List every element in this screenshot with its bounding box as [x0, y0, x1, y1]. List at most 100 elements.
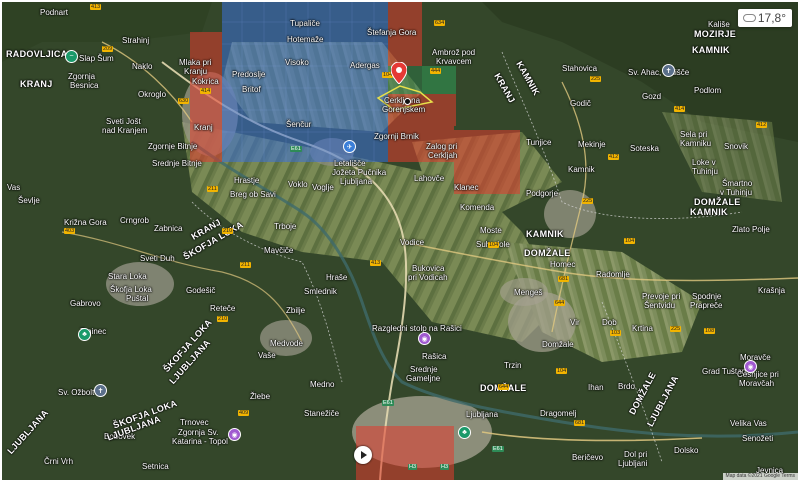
place-label: Klanec [454, 183, 479, 192]
place-label: Stahovica [562, 64, 598, 73]
place-label: Krtina [632, 324, 653, 333]
place-label: Setnica [142, 462, 169, 471]
road-number-shield: 681 [574, 420, 586, 426]
place-label: Loke v [692, 158, 716, 167]
place-label: Reteče [210, 304, 236, 313]
place-label: Zabnica [154, 224, 183, 233]
road-number-shield: 414 [674, 106, 686, 112]
place-label: Godešič [186, 286, 216, 295]
place-label: Slap Šum [79, 54, 114, 63]
weather-chip[interactable]: 17,8° [737, 9, 792, 27]
road-number-shield: 211 [207, 186, 218, 192]
road-number-shield: H3 [440, 464, 450, 470]
place-label: Ambrož pod [432, 48, 476, 57]
place-label: Kokrica [192, 77, 219, 86]
place-label: Domžale [542, 340, 574, 349]
place-label: Zgornje Bitnje [148, 142, 198, 151]
place-label: Podnart [40, 8, 69, 17]
landmark-poi-icon[interactable]: ◉ [228, 428, 241, 441]
place-label: v Tuhinju [720, 188, 753, 197]
road-number-shield: 225 [582, 198, 594, 204]
place-label: Ljubljana [466, 410, 499, 419]
place-label: Šmartno [722, 179, 753, 188]
place-label: Zbilje [286, 306, 306, 315]
place-label: Visoko [285, 58, 309, 67]
road-number-shield: 413 [90, 4, 102, 10]
place-label: Ljubljani [618, 459, 648, 468]
place-label: Ljubljana [340, 177, 373, 186]
road-number-shield: 634 [434, 20, 446, 26]
place-label: Hrastje [234, 176, 260, 185]
place-label: Britof [242, 85, 261, 94]
place-label: Sveti Duh [140, 254, 175, 263]
place-label: Črni Vrh [44, 457, 74, 466]
road-number-shield: 444 [430, 68, 442, 74]
place-label: Radomlje [596, 270, 630, 279]
road-number-shield: 630 [178, 98, 190, 104]
place-label: Beričevo [572, 453, 604, 462]
place-label: DOMŽALE [524, 248, 571, 258]
road-number-shield: E61 [492, 446, 504, 452]
place-label: Vaše [258, 351, 276, 360]
place-label: Letališče [334, 159, 366, 168]
place-label: Krvavcem [436, 57, 472, 66]
landmark-poi-icon[interactable]: ◉ [744, 360, 757, 373]
road-number-shield: 412 [608, 154, 620, 160]
waterfall-poi-icon[interactable]: ~ [65, 50, 78, 63]
place-label: Brdo [618, 382, 635, 391]
map-attribution: Map data ©2021 Google Terms [722, 473, 798, 480]
church-poi-icon[interactable]: ✝ [662, 64, 675, 77]
place-label: Sela pri [680, 130, 708, 139]
place-label: Strahinj [122, 36, 150, 45]
play-button[interactable] [354, 446, 372, 464]
park-poi-icon[interactable]: ♣ [78, 328, 91, 341]
park-poi-icon[interactable]: ♣ [458, 426, 471, 439]
landmark-poi-icon[interactable]: ◉ [418, 332, 431, 345]
road-number-shield: 108 [704, 328, 716, 334]
place-label: Prapreče [690, 301, 723, 310]
selected-point-dot [404, 98, 411, 105]
road-number-shield: 412 [756, 122, 768, 128]
place-label: Razgledni stolp na Rašici [372, 324, 462, 333]
place-label: Predoslje [232, 70, 266, 79]
place-label: Dragomelj [540, 409, 577, 418]
place-label: Mavčiče [264, 246, 294, 255]
place-label: Podlom [694, 86, 722, 95]
place-label: Okroglo [138, 90, 167, 99]
location-pin-icon[interactable] [390, 61, 408, 85]
place-label: Stara Loka [108, 272, 147, 281]
place-label: Šentvidu [644, 301, 676, 310]
place-label: Smlednik [304, 287, 337, 296]
place-label: Srednje Bitnje [152, 159, 202, 168]
place-label: Komenda [460, 203, 495, 212]
place-label: Cerkljah [428, 151, 458, 160]
road-number-shield: 644 [498, 384, 510, 390]
road-number-shield: 414 [200, 88, 212, 94]
place-label: Žlebe [250, 392, 271, 401]
place-label: Zgornja Sv. [178, 428, 219, 437]
place-label: Moravčah [739, 379, 775, 388]
road-number-shield: 403 [64, 228, 76, 234]
place-label: RADOVLJICA [6, 49, 68, 59]
place-label: Puštal [126, 294, 149, 303]
place-label: Katarina - Topol [172, 437, 228, 446]
place-label: Kališe [708, 20, 730, 29]
place-label: Gabrovo [70, 299, 101, 308]
road-number-shield: 413 [370, 260, 382, 266]
place-label: Soteska [630, 144, 659, 153]
place-label: Štefanja Gora [367, 28, 417, 37]
map-view[interactable]: Podnart Strahinj Naklo Mlaka pri Kranju Kokri… [2, 2, 798, 480]
place-label: Mlaka pri [179, 58, 212, 67]
place-label: Podgorje [526, 189, 559, 198]
road-number-shield: E61 [290, 146, 302, 152]
road-number-shield: 104 [624, 238, 636, 244]
airport-poi-icon[interactable]: ✈ [343, 140, 356, 153]
place-label: Ihan [588, 383, 604, 392]
place-label: MOZIRJE [694, 29, 737, 39]
church-poi-icon[interactable]: ✝ [94, 384, 107, 397]
place-label: Spodnje [692, 292, 722, 301]
place-label: Šenčur [286, 120, 312, 129]
place-label: Voglje [312, 183, 334, 192]
place-label: Kamnik [568, 165, 595, 174]
place-label: Moravče [740, 353, 771, 362]
